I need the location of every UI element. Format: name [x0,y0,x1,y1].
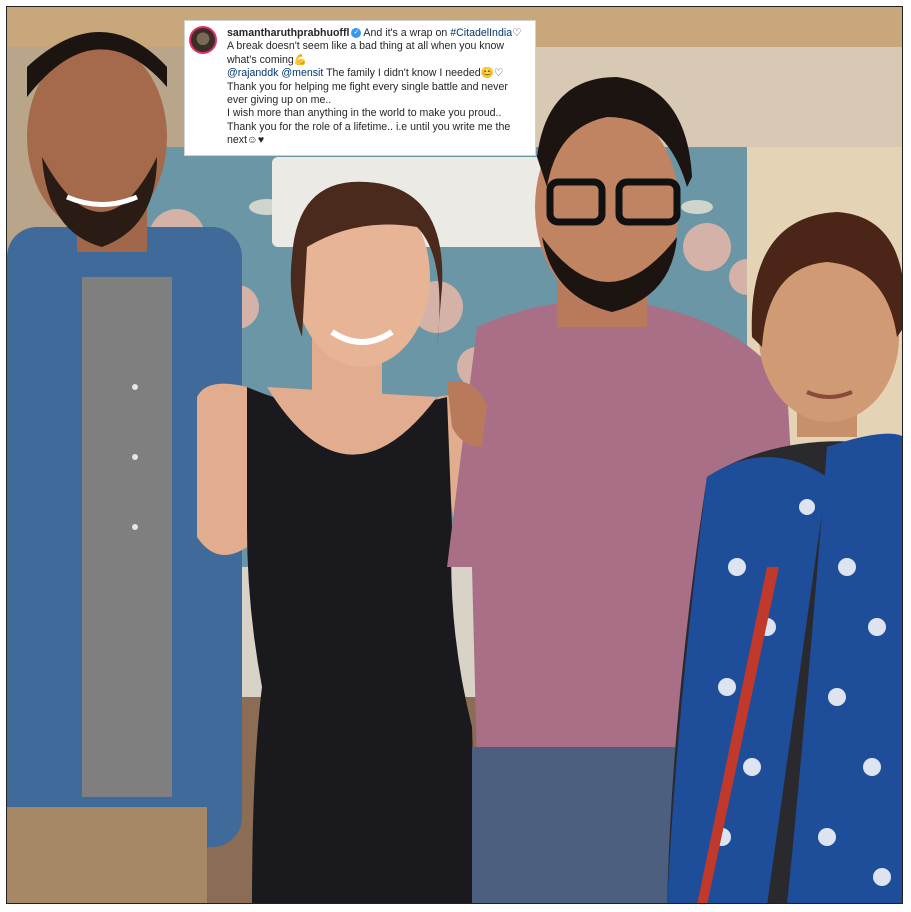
caption-line-4: Thank you for helping me fight every sin… [227,80,508,107]
caption-line-5: I wish more than anything in the world t… [227,107,502,120]
black-heart-icon: ♥ [257,134,265,147]
caption-break-text: A break doesn't seem like a bad thing at… [227,40,505,66]
heart-icon: ♡ [512,27,522,39]
mention-mensit-link[interactable]: @mensit [281,67,323,79]
muscle-icon: 💪 [293,53,307,66]
smile-icon: 😊 [480,67,494,80]
heart-outline-icon: ♡ [493,67,504,80]
caption-line-3: @rajanddk @mensit The family I didn't kn… [227,67,529,80]
mention-rajanddk-link[interactable]: @rajanddk [227,67,278,79]
caption-text-wrap: And it's a wrap on [363,27,451,39]
caption-line-2: A break doesn't seem like a bad thing at… [227,40,529,67]
hashtag-link[interactable]: #CitadelIndia [450,27,512,39]
profile-avatar[interactable] [189,26,217,54]
caption-line-1: samantharuthprabhuoffl ✓ And it's a wrap o… [227,27,529,40]
caption-line-6: Thank you for the role of a lifetime.. i… [227,121,529,148]
caption-family-text: The family I didn't know I needed [323,67,481,80]
verified-badge-icon: ✓ [351,28,362,39]
instagram-caption-card: samantharuthprabhuoffl ✓ And it's a wrap o… [184,20,536,156]
grin-icon: ☺ [247,134,258,147]
caption-role-text: Thank you for the role of a lifetime.. i… [227,120,511,147]
username-link[interactable]: samantharuthprabhuoffl [227,27,349,39]
caption-text: samantharuthprabhuoffl ✓ And it's a wrap o… [227,27,529,148]
